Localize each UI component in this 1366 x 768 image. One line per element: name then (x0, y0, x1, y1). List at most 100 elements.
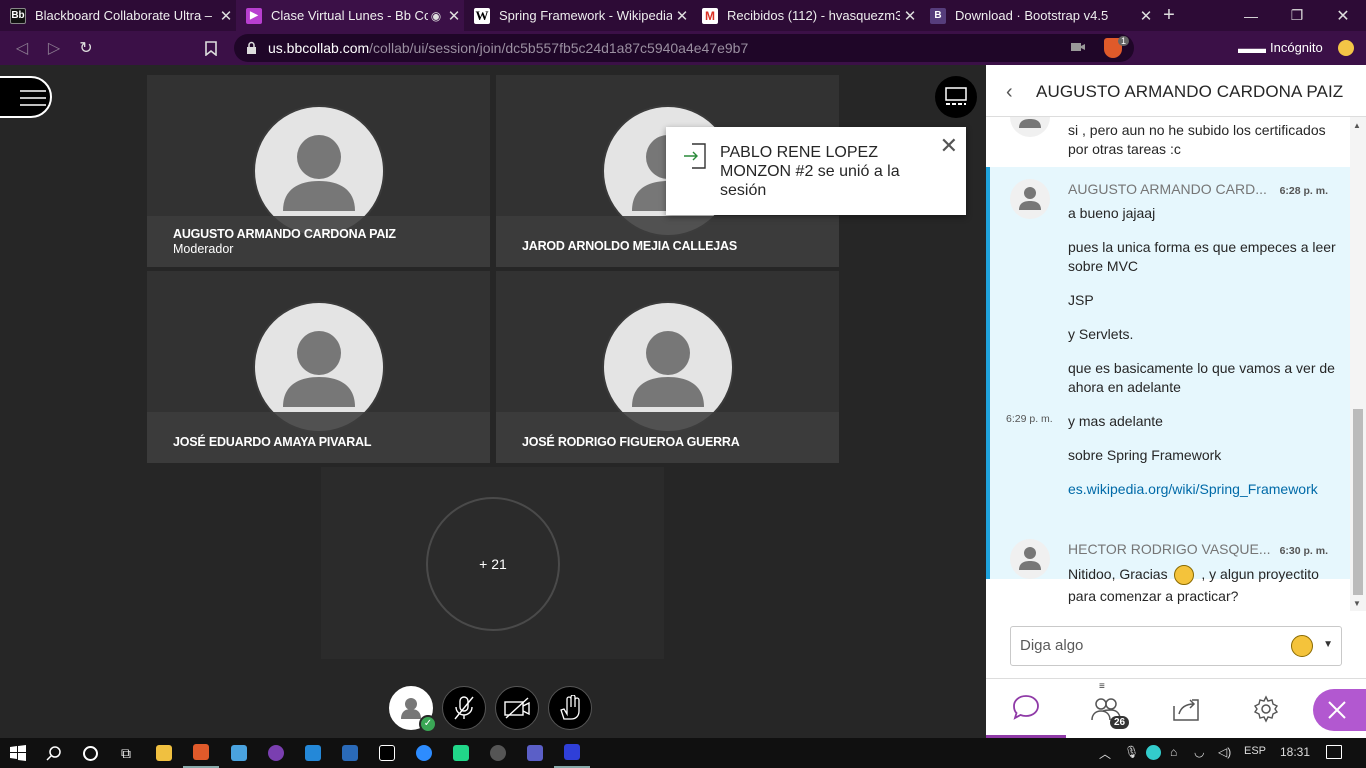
close-panel-button[interactable] (1313, 689, 1366, 731)
scroll-down-icon[interactable]: ▼ (1353, 599, 1361, 608)
participant-name: AUGUSTO ARMANDO CARDONA PAIZ (173, 227, 396, 241)
raise-hand-button[interactable] (548, 686, 592, 730)
close-tab-icon[interactable]: ✕ (900, 7, 920, 25)
app-3d-button[interactable] (221, 738, 257, 768)
more-count: + 21 (426, 497, 560, 631)
close-tab-icon[interactable]: ✕ (216, 7, 236, 25)
tab-chat[interactable] (986, 679, 1066, 739)
app-terminal-button[interactable] (332, 738, 368, 768)
chevron-left-icon[interactable]: ‹ (1006, 81, 1013, 104)
search-button[interactable] (36, 738, 72, 768)
audio-playing-icon: ◉ (430, 8, 442, 23)
attendee-count-badge: 26 (1110, 716, 1130, 729)
notifications-icon[interactable] (1326, 745, 1342, 759)
minimize-button[interactable]: — (1228, 0, 1274, 31)
windows-taskbar: ⧉ ︿ 🎙 ⌂ ◡ ◁) ESP 18:31 (0, 738, 1366, 768)
chat-messages[interactable]: si , pero aun no he subido los certifica… (986, 117, 1350, 611)
brave-taskbar-button[interactable] (183, 738, 219, 768)
close-window-button[interactable]: ✕ (1320, 0, 1366, 31)
language-indicator[interactable]: ESP (1244, 745, 1266, 757)
zoom-button[interactable] (406, 738, 442, 768)
reload-icon[interactable]: ↻ (77, 39, 95, 57)
tab-bootstrap[interactable]: B Download · Bootstrap v4.5 ✕ (920, 0, 1156, 31)
chevron-down-icon[interactable]: ▼ (1323, 639, 1333, 650)
chat-message-text: JSP (1068, 292, 1094, 308)
tab-wikipedia[interactable]: W Spring Framework - Wikipedia, la ✕ (464, 0, 692, 31)
chat-scrollbar[interactable]: ▲ ▼ (1350, 117, 1366, 611)
chat-message-text: pues la unica forma es que empeces a lee… (1068, 239, 1336, 274)
task-view-button[interactable]: ⧉ (108, 738, 144, 768)
intellij-button[interactable] (369, 738, 405, 768)
chat-message-text: y Servlets. (1068, 326, 1134, 342)
vscode-button[interactable] (295, 738, 331, 768)
session-menu-button[interactable] (0, 76, 52, 118)
tab-gmail[interactable]: M Recibidos (112) - hvasquezm3@ ✕ (692, 0, 920, 31)
folder-icon (156, 745, 172, 761)
more-participants-tile[interactable]: + 21 (321, 467, 664, 659)
participant-tile[interactable]: JOSÉ EDUARDO AMAYA PIVARAL (147, 271, 490, 463)
chat-message-text: y mas adelante (1068, 413, 1163, 429)
clion-button[interactable] (443, 738, 479, 768)
bookmark-icon[interactable] (202, 39, 220, 57)
participant-name: JAROD ARNOLDO MEJIA CALLEJAS (522, 239, 738, 253)
close-notification-button[interactable]: ✕ (940, 133, 958, 159)
scrollbar-thumb[interactable] (1353, 409, 1363, 595)
my-status-button[interactable]: ✓ (389, 686, 437, 733)
forward-icon[interactable]: ▷ (45, 39, 63, 57)
cortana-button[interactable] (72, 738, 108, 768)
tab-clase-virtual[interactable]: ▶ Clase Virtual Lunes - Bb Coll ◉ ✕ (236, 0, 464, 31)
steam-button[interactable] (480, 738, 516, 768)
notification-text: PABLO RENE LOPEZ MONZON #2 se unió a la … (720, 144, 900, 199)
tab-share-content[interactable] (1146, 679, 1226, 739)
participant-tile[interactable]: AUGUSTO ARMANDO CARDONA PAIZ Moderador (147, 75, 490, 267)
chat-timestamp: 6:28 p. m. (1279, 185, 1328, 197)
incognito-label[interactable]: Incógnito (1270, 40, 1323, 55)
camera-blocked-icon[interactable] (1070, 40, 1086, 54)
clock[interactable]: 18:31 (1280, 745, 1310, 759)
url-field[interactable]: us.bbcollab.com/collab/ui/session/join/d… (234, 34, 1134, 62)
teams-button[interactable] (517, 738, 553, 768)
tab-settings[interactable] (1226, 679, 1306, 739)
participant-tile[interactable]: JOSÉ RODRIGO FIGUEROA GUERRA (496, 271, 839, 463)
new-tab-button[interactable]: + (1146, 0, 1192, 31)
tab-blackboard[interactable]: Bb Blackboard Collaborate Ultra – P ✕ (0, 0, 236, 31)
microphone-button[interactable] (442, 686, 486, 730)
profile-avatar[interactable] (1338, 40, 1354, 56)
app-blue-button[interactable] (554, 738, 590, 768)
mic-tray-icon[interactable]: 🎙 (1124, 745, 1139, 759)
volume-icon[interactable]: ◁) (1218, 745, 1231, 759)
windows-icon (10, 745, 26, 761)
tray-chevron-up-icon[interactable]: ︿ (1099, 745, 1111, 762)
network-icon[interactable]: ⌂ (1170, 745, 1177, 759)
chat-link[interactable]: es.wikipedia.org/wiki/Spring_Framework (1068, 480, 1328, 499)
file-explorer-button[interactable] (146, 738, 182, 768)
wikipedia-icon: W (474, 7, 490, 24)
tab-attendees[interactable]: ≡ 26 (1066, 679, 1146, 739)
close-tab-icon[interactable]: ✕ (672, 7, 692, 25)
participant-name: JOSÉ RODRIGO FIGUEROA GUERRA (522, 435, 740, 449)
terminal-icon (342, 745, 358, 761)
restore-button[interactable]: ❐ (1274, 0, 1320, 31)
skype-icon[interactable] (1146, 745, 1161, 760)
camera-button[interactable] (495, 686, 539, 730)
gear-icon (1253, 695, 1279, 723)
emoji-picker-icon[interactable] (1291, 635, 1313, 657)
participant-role: Moderador (173, 242, 234, 256)
chat-input[interactable]: Diga algo ▼ (1010, 626, 1342, 666)
app-purple-button[interactable] (258, 738, 294, 768)
start-button[interactable] (0, 738, 36, 768)
avatar (1010, 539, 1050, 579)
smiley-emoji-icon (1174, 565, 1195, 586)
app-icon (564, 744, 580, 760)
search-icon (46, 746, 61, 761)
close-tab-icon[interactable]: ✕ (444, 7, 464, 25)
back-icon[interactable]: ◁ (13, 39, 31, 57)
wifi-icon[interactable]: ◡ (1194, 745, 1204, 759)
scroll-up-icon[interactable]: ▲ (1353, 121, 1361, 130)
cube-icon (231, 745, 247, 761)
chat-message-text: si , pero aun no he subido los certifica… (1068, 122, 1326, 157)
camera-off-icon (504, 697, 530, 719)
layout-toggle-button[interactable] (935, 76, 977, 118)
chat-header: ‹ AUGUSTO ARMANDO CARDONA PAIZ (986, 65, 1366, 117)
vscode-icon (305, 745, 321, 761)
